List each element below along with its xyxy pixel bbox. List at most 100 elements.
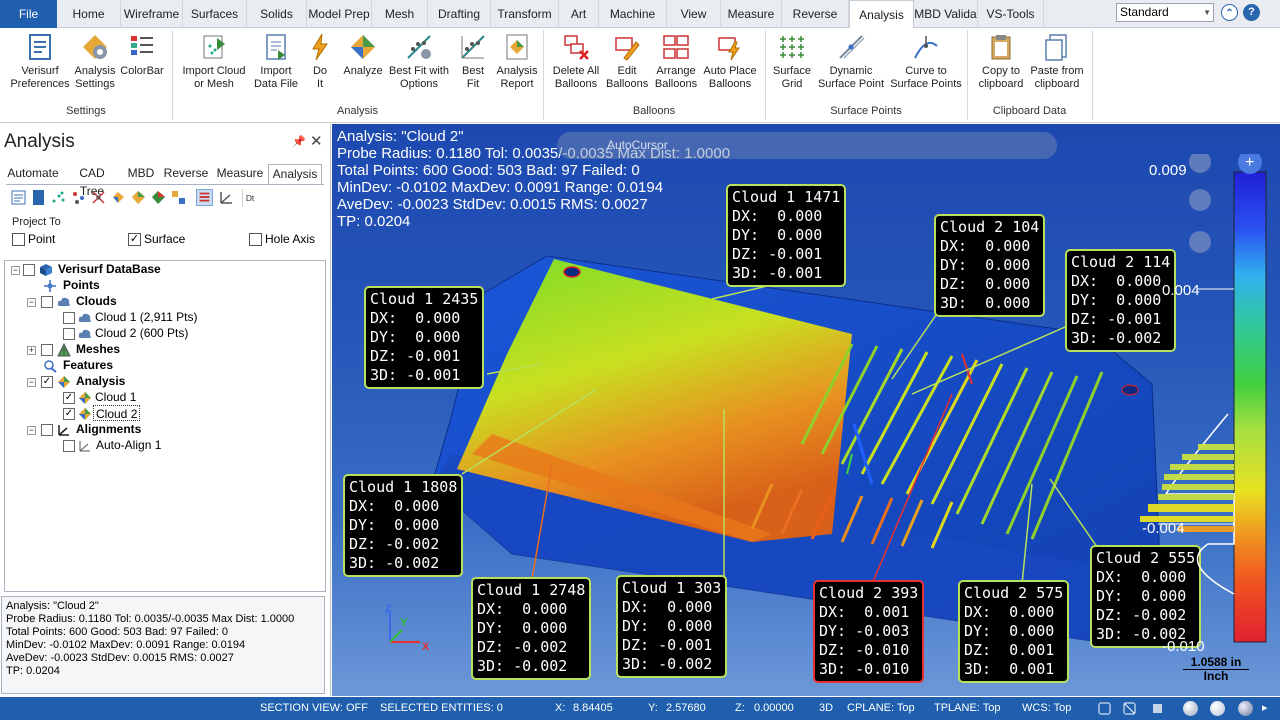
analysis-settings-icon[interactable]: [10, 189, 27, 206]
copy-to-clipboard-button[interactable]: Copy to clipboard: [974, 32, 1028, 91]
tab-home[interactable]: Home: [57, 0, 121, 28]
import-cloud-or-mesh-button[interactable]: Import Cloud or Mesh: [176, 32, 252, 91]
paste-from-clipboard-button[interactable]: Paste from clipboard: [1028, 32, 1086, 91]
section-view-status[interactable]: SECTION VIEW: OFF: [260, 697, 368, 720]
tree-checkbox[interactable]: [41, 344, 53, 356]
hole-axis-checkbox[interactable]: [249, 233, 262, 246]
tree-item-database[interactable]: Verisurf DataBase: [58, 261, 161, 277]
tree-checkbox[interactable]: [23, 264, 35, 276]
collapse-toggle[interactable]: −: [27, 426, 36, 435]
balloon[interactable]: Cloud 2 393 DX: 0.001 DY: -0.003 DZ: -0.010…: [813, 580, 925, 683]
workspace-select[interactable]: Standard ▼: [1116, 3, 1214, 22]
curve-to-surface-points-button[interactable]: Curve to Surface Points: [888, 32, 964, 91]
export-icon[interactable]: Dt: [242, 189, 259, 206]
balloon[interactable]: Cloud 1 1471 DX: 0.000 DY: 0.000 DZ: -0.001…: [726, 184, 847, 287]
collapse-toggle[interactable]: −: [27, 298, 36, 307]
tree-checkbox[interactable]: ✓: [63, 392, 75, 404]
tree-checkbox[interactable]: [63, 312, 75, 324]
edit-balloons-button[interactable]: Edit Balloons: [606, 32, 648, 91]
tree-item-alignments[interactable]: Alignments: [76, 421, 141, 437]
points-icon[interactable]: [70, 189, 87, 206]
cplane-status[interactable]: CPLANE: Top: [847, 697, 915, 720]
tree-checkbox[interactable]: [41, 296, 53, 308]
pin-icon[interactable]: 📌: [292, 135, 306, 148]
best-fit-button[interactable]: Best Fit: [454, 32, 492, 91]
surface-grid-button[interactable]: Surface Grid: [770, 32, 814, 91]
help-icon[interactable]: ?: [1243, 4, 1260, 21]
surface-checkbox[interactable]: ✓: [128, 233, 141, 246]
delete-all-balloons-button[interactable]: Delete All Balloons: [548, 32, 604, 91]
tab-transform[interactable]: Transform: [491, 0, 559, 28]
analysis-settings-button[interactable]: Analysis Settings: [71, 32, 119, 91]
color-map-icon[interactable]: [150, 189, 167, 206]
scatter-icon[interactable]: [50, 189, 67, 206]
tree-item-points[interactable]: Points: [63, 277, 100, 293]
tree-checkbox[interactable]: ✓: [41, 376, 53, 388]
analysis-icon[interactable]: [130, 189, 147, 206]
verisurf-preferences-button[interactable]: Verisurf Preferences: [9, 32, 71, 91]
balloon[interactable]: Cloud 1 303 DX: 0.000 DY: 0.000 DZ: -0.001 3…: [616, 575, 728, 678]
collapse-toggle[interactable]: −: [11, 266, 20, 275]
best-fit-with-options-button[interactable]: Best Fit with Options: [386, 32, 452, 91]
tplane-status[interactable]: TPLANE: Top: [934, 697, 1000, 720]
tree-item-auto-align[interactable]: Auto-Align 1: [96, 437, 161, 453]
panel-tab-mbd[interactable]: MBD: [124, 164, 158, 184]
graphics-viewport[interactable]: Analysis: "Cloud 2" Probe Radius: 0.1180…: [332, 124, 1280, 696]
wcs-status[interactable]: WCS: Top: [1022, 697, 1071, 720]
tree-item-analysis-cloud-1[interactable]: Cloud 1: [95, 389, 136, 405]
tab-model-prep[interactable]: Model Prep: [307, 0, 372, 28]
tree-item-clouds[interactable]: Clouds: [76, 293, 117, 309]
report-icon[interactable]: [30, 189, 47, 206]
tab-machine[interactable]: Machine: [599, 0, 667, 28]
tab-wireframe[interactable]: Wireframe: [121, 0, 183, 28]
tab-drafting[interactable]: Drafting: [428, 0, 491, 28]
tree-item-analysis-cloud-2[interactable]: Cloud 2: [93, 405, 141, 421]
tab-mesh[interactable]: Mesh: [372, 0, 428, 28]
tab-surfaces[interactable]: Surfaces: [183, 0, 247, 28]
close-icon[interactable]: ✕: [310, 132, 323, 150]
tab-mbd-validation[interactable]: MBD Valida: [914, 0, 978, 28]
balloon[interactable]: Cloud 1 2435 DX: 0.000 DY: 0.000 DZ: -0.001…: [364, 286, 485, 389]
colorbar-button[interactable]: ColorBar: [119, 32, 165, 78]
do-it-button[interactable]: Do It: [303, 32, 337, 91]
balloon[interactable]: Cloud 2 575 DX: 0.000 DY: 0.000 DZ: 0.001 3D…: [958, 580, 1070, 683]
tree-item-meshes[interactable]: Meshes: [76, 341, 120, 357]
expand-toggle[interactable]: +: [27, 346, 36, 355]
views-icon[interactable]: [1097, 701, 1112, 716]
view-mode-status[interactable]: 3D: [819, 697, 833, 720]
vectors-icon[interactable]: [90, 189, 107, 206]
tree-checkbox[interactable]: [63, 328, 75, 340]
file-tab[interactable]: File: [0, 0, 57, 28]
analyze-button[interactable]: Analyze: [340, 32, 386, 78]
wireframe-icon[interactable]: [1122, 701, 1137, 716]
outline-sphere-icon[interactable]: [1238, 701, 1253, 716]
panel-tab-cad-tree[interactable]: CAD Tree: [66, 164, 118, 198]
balloon[interactable]: Cloud 2 104 DX: 0.000 DY: 0.000 DZ: 0.000 3D…: [934, 214, 1046, 317]
collapse-toggle[interactable]: −: [27, 378, 36, 387]
tab-reverse[interactable]: Reverse: [782, 0, 849, 28]
balloon[interactable]: Cloud 1 1808 DX: 0.000 DY: 0.000 DZ: -0.002…: [343, 474, 464, 577]
material-sphere-icon[interactable]: [1210, 701, 1225, 716]
collapse-ribbon-icon[interactable]: ⌃: [1221, 4, 1238, 21]
panel-tab-measure[interactable]: Measure: [214, 164, 266, 184]
panel-tab-automate[interactable]: Automate: [4, 164, 62, 184]
tree-item-analysis[interactable]: Analysis: [76, 373, 125, 389]
table-icon[interactable]: [196, 189, 213, 206]
tab-art[interactable]: Art: [559, 0, 599, 28]
tab-measure[interactable]: Measure: [721, 0, 782, 28]
shaded-sphere-icon[interactable]: [1150, 701, 1165, 716]
panel-tab-reverse[interactable]: Reverse: [162, 164, 210, 184]
analysis-report-button[interactable]: Analysis Report: [494, 32, 540, 91]
arrange-balloons-button[interactable]: Arrange Balloons: [652, 32, 700, 91]
axes-icon[interactable]: [218, 189, 235, 206]
tree-item-cloud-2[interactable]: Cloud 2 (600 Pts): [95, 325, 188, 341]
tab-view[interactable]: View: [667, 0, 721, 28]
auto-place-balloons-button[interactable]: Auto Place Balloons: [702, 32, 758, 91]
deviation-icon[interactable]: [110, 189, 127, 206]
tab-vs-tools[interactable]: VS-Tools: [978, 0, 1044, 28]
dynamic-surface-point-button[interactable]: Dynamic Surface Point: [814, 32, 888, 91]
import-data-file-button[interactable]: Import Data File: [252, 32, 300, 91]
tab-analysis[interactable]: Analysis: [849, 0, 914, 29]
tree-checkbox[interactable]: [41, 424, 53, 436]
tree-item-cloud-1[interactable]: Cloud 1 (2,911 Pts): [95, 309, 198, 325]
